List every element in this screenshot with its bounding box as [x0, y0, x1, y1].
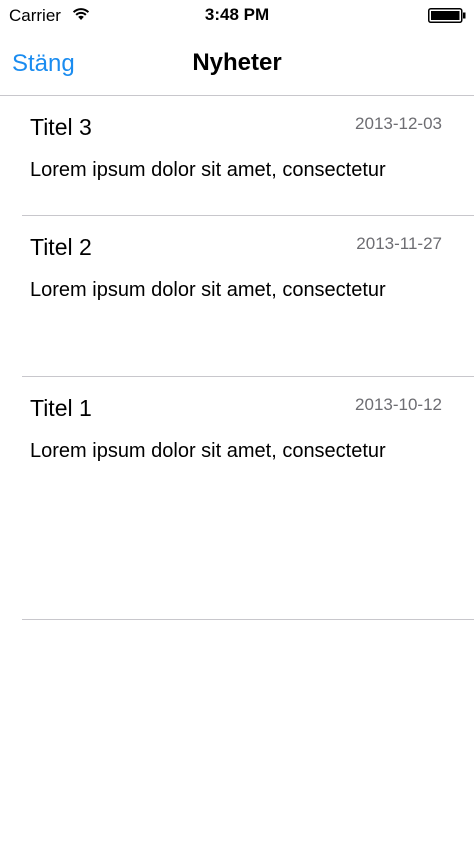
news-title: Titel 2: [30, 234, 92, 260]
page-title: Nyheter: [192, 49, 282, 76]
news-item[interactable]: Titel 3 2013-12-03 Lorem ipsum dolor sit…: [0, 96, 474, 216]
news-title: Titel 1: [30, 395, 92, 421]
news-body: Lorem ipsum dolor sit amet, consectetur: [30, 440, 386, 462]
news-date: 2013-12-03: [355, 114, 442, 133]
news-body: Lorem ipsum dolor sit amet, consectetur: [30, 159, 386, 181]
news-item[interactable]: Titel 2 2013-11-27 Lorem ipsum dolor sit…: [0, 216, 474, 377]
battery-icon: [428, 8, 466, 23]
news-list: Titel 3 2013-12-03 Lorem ipsum dolor sit…: [0, 96, 474, 620]
news-item[interactable]: Titel 1 2013-10-12 Lorem ipsum dolor sit…: [0, 377, 474, 620]
news-body: Lorem ipsum dolor sit amet, consectetur: [30, 279, 386, 301]
news-date: 2013-10-12: [355, 395, 442, 414]
status-bar: Carrier 3:48 PM: [0, 0, 474, 32]
status-time: 3:48 PM: [204, 5, 270, 24]
row-separator: [22, 619, 474, 620]
news-title: Titel 3: [30, 114, 92, 140]
navigation-bar: Stäng Nyheter: [0, 32, 474, 96]
news-date: 2013-11-27: [356, 234, 442, 253]
